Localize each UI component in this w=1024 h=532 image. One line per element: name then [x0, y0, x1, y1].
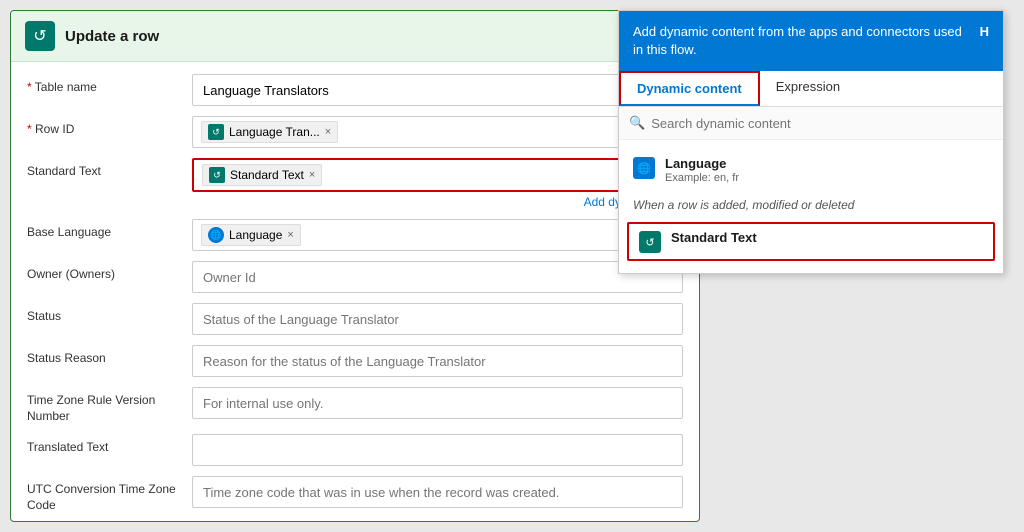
status-reason-control	[192, 345, 683, 377]
base-language-token-close[interactable]: ×	[287, 229, 293, 241]
status-row: Status	[27, 303, 683, 335]
update-row-card: ↺ Update a row ? ... Table name Language…	[10, 10, 700, 522]
standard-text-label: Standard Text	[27, 158, 192, 178]
translated-text-row: Translated Text	[27, 434, 683, 466]
language-item-name: Language	[665, 156, 989, 171]
dp-standard-text-text: Standard Text	[671, 230, 983, 245]
page-wrapper: ↺ Update a row ? ... Table name Language…	[0, 0, 1024, 532]
card-title: Update a row	[65, 28, 627, 45]
utc-control	[192, 476, 683, 508]
standard-text-field[interactable]: ↺ Standard Text ×	[192, 158, 683, 192]
search-icon: 🔍	[629, 115, 645, 131]
owner-input[interactable]	[192, 261, 683, 293]
dp-language-text: Language Example: en, fr	[665, 156, 989, 184]
row-id-label: Row ID	[27, 116, 192, 136]
base-language-control: 🌐 Language ×	[192, 219, 683, 251]
row-id-token-text: Language Tran...	[229, 125, 320, 139]
tab-dynamic-content[interactable]: Dynamic content	[619, 71, 760, 106]
dp-language-item[interactable]: 🌐 Language Example: en, fr	[619, 148, 1003, 192]
time-zone-input[interactable]	[192, 387, 683, 419]
base-language-row: Base Language 🌐 Language ×	[27, 219, 683, 251]
row-id-row: Row ID ↺ Language Tran... ×	[27, 116, 683, 148]
standard-text-token-icon: ↺	[209, 167, 225, 183]
dp-search-container: 🔍	[619, 107, 1003, 140]
standard-text-control: ↺ Standard Text × Add dynamic co...	[192, 158, 683, 209]
status-input[interactable]	[192, 303, 683, 335]
standard-text-row: Standard Text ↺ Standard Text × Add dyna…	[27, 158, 683, 209]
owner-row: Owner (Owners)	[27, 261, 683, 293]
standard-text-token: ↺ Standard Text ×	[202, 164, 322, 186]
base-language-label: Base Language	[27, 219, 192, 239]
row-id-token: ↺ Language Tran... ×	[201, 121, 338, 143]
translated-text-control	[192, 434, 683, 466]
utc-row: UTC Conversion Time Zone Code	[27, 476, 683, 513]
tab-expression[interactable]: Expression	[760, 71, 856, 106]
utc-label: UTC Conversion Time Zone Code	[27, 476, 192, 513]
translated-text-input[interactable]	[192, 434, 683, 466]
owner-label: Owner (Owners)	[27, 261, 192, 281]
time-zone-control	[192, 387, 683, 419]
table-name-select[interactable]: Language Translators ∨	[192, 74, 683, 106]
standard-text-token-text: Standard Text	[230, 168, 304, 182]
owner-control	[192, 261, 683, 293]
standard-text-token-close[interactable]: ×	[309, 169, 315, 181]
table-name-label: Table name	[27, 74, 192, 94]
card-header: ↺ Update a row ? ...	[11, 11, 699, 62]
dp-search-input[interactable]	[651, 116, 993, 131]
language-item-desc: Example: en, fr	[665, 172, 989, 184]
status-label: Status	[27, 303, 192, 323]
table-name-control: Language Translators ∨	[192, 74, 683, 106]
dp-header-text: Add dynamic content from the apps and co…	[633, 23, 980, 59]
globe-icon: 🌐	[208, 227, 224, 243]
time-zone-row: Time Zone Rule Version Number	[27, 387, 683, 424]
time-zone-label: Time Zone Rule Version Number	[27, 387, 192, 424]
language-item-icon: 🌐	[633, 157, 655, 179]
row-id-field[interactable]: ↺ Language Tran... ×	[192, 116, 683, 148]
row-id-token-icon: ↺	[208, 124, 224, 140]
standard-text-item-name: Standard Text	[671, 230, 983, 245]
status-reason-input[interactable]	[192, 345, 683, 377]
base-language-token-text: Language	[229, 228, 282, 242]
dp-standard-text-item[interactable]: ↺ Standard Text	[627, 222, 995, 261]
base-language-field[interactable]: 🌐 Language ×	[192, 219, 683, 251]
card-body: Table name Language Translators ∨ Row ID…	[11, 62, 699, 521]
standard-text-item-icon: ↺	[639, 231, 661, 253]
dp-header-h: H	[980, 23, 989, 41]
add-dynamic-link[interactable]: Add dynamic co...	[192, 195, 683, 209]
status-reason-label: Status Reason	[27, 345, 192, 365]
status-control	[192, 303, 683, 335]
dp-separator: When a row is added, modified or deleted	[619, 192, 1003, 218]
translated-text-label: Translated Text	[27, 434, 192, 454]
table-name-row: Table name Language Translators ∨	[27, 74, 683, 106]
base-language-token: 🌐 Language ×	[201, 224, 301, 246]
status-reason-row: Status Reason	[27, 345, 683, 377]
dp-body: 🌐 Language Example: en, fr When a row is…	[619, 140, 1003, 273]
dp-header: Add dynamic content from the apps and co…	[619, 11, 1003, 71]
row-id-control: ↺ Language Tran... ×	[192, 116, 683, 148]
utc-input[interactable]	[192, 476, 683, 508]
card-header-icon: ↺	[25, 21, 55, 51]
table-name-value: Language Translators	[203, 83, 329, 98]
row-id-token-close[interactable]: ×	[325, 126, 331, 138]
dynamic-content-panel: Add dynamic content from the apps and co…	[618, 10, 1004, 274]
dp-tabs: Dynamic content Expression	[619, 71, 1003, 107]
